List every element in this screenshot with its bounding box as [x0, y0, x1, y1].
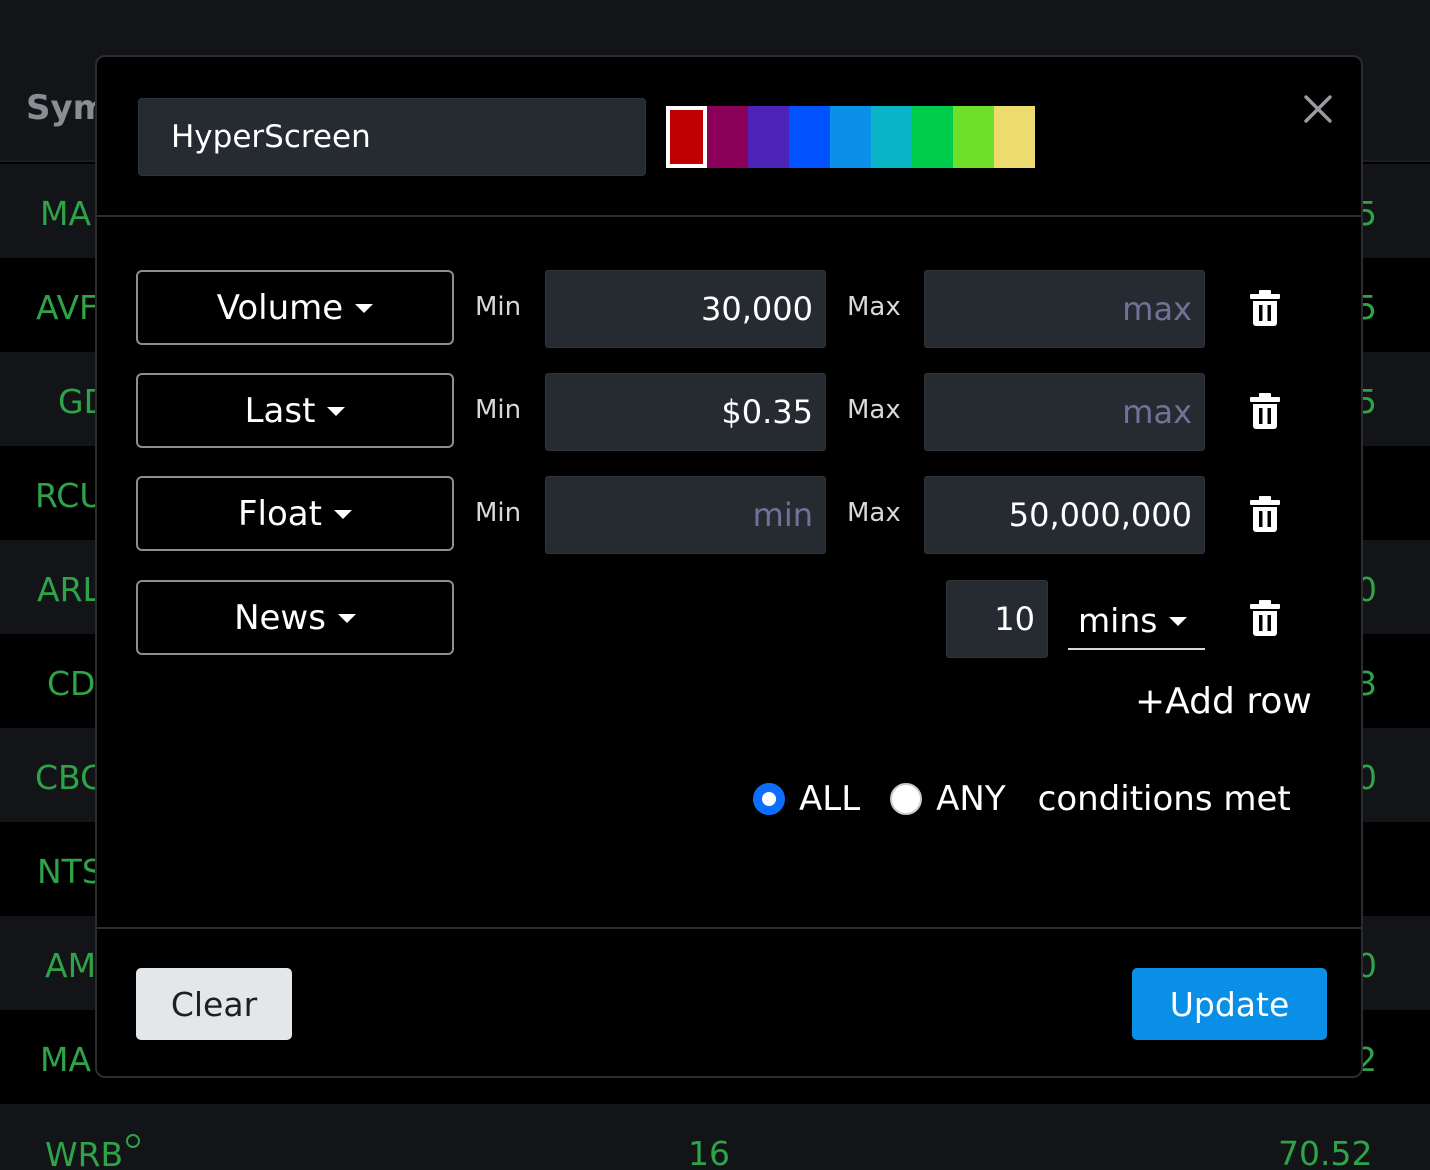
color-swatch[interactable] [912, 106, 953, 168]
caret-down-icon [327, 407, 346, 416]
symbol-cell: CBC [35, 758, 104, 797]
logic-suffix: conditions met [1037, 779, 1291, 819]
symbol-cell: WRB [45, 1134, 141, 1170]
field-dropdown[interactable]: Float [136, 476, 454, 551]
max-input[interactable] [924, 476, 1205, 554]
min-input[interactable] [545, 270, 826, 348]
field-dropdown[interactable]: News [136, 580, 454, 655]
symbol-cell: RCU [35, 476, 104, 515]
condition-logic: ALL ANY conditions met [753, 774, 1291, 824]
condition-row-float: Float Min Max [97, 476, 1361, 554]
symbol-cell: NTS [37, 852, 103, 891]
radio-all[interactable] [753, 783, 785, 815]
radio-any[interactable] [890, 783, 923, 815]
max-input[interactable] [924, 270, 1205, 348]
update-button[interactable]: Update [1132, 968, 1327, 1040]
price-cell: 70.52 [1278, 1134, 1373, 1170]
screen-editor-modal: Volume Min Max Last Min Max Float Min M [95, 55, 1363, 1078]
field-dropdown[interactable]: Volume [136, 270, 454, 345]
trash-icon[interactable] [1250, 393, 1280, 429]
min-input[interactable] [545, 373, 826, 451]
time-unit-dropdown[interactable]: mins [1068, 592, 1205, 650]
max-label: Max [847, 292, 901, 322]
color-swatches [666, 106, 1035, 168]
symbol-cell: ARL [37, 570, 101, 609]
color-swatch[interactable] [666, 106, 707, 168]
caret-down-icon [333, 510, 352, 519]
color-swatch[interactable] [871, 106, 912, 168]
news-minutes-input[interactable] [946, 580, 1048, 658]
news-ring-icon [126, 1134, 141, 1148]
field-dropdown[interactable]: Last [136, 373, 454, 448]
color-swatch[interactable] [748, 106, 789, 168]
min-input[interactable] [545, 476, 826, 554]
close-icon[interactable] [1300, 91, 1336, 127]
caret-down-icon [355, 304, 374, 313]
trash-icon[interactable] [1250, 600, 1280, 636]
radio-any-label: ANY [936, 779, 1006, 819]
caret-down-icon [337, 614, 356, 623]
symbol-cell: CD [47, 664, 96, 703]
color-swatch[interactable] [994, 106, 1035, 168]
min-label: Min [475, 498, 522, 528]
max-input[interactable] [924, 373, 1205, 451]
color-swatch[interactable] [707, 106, 748, 168]
radio-all-label: ALL [799, 779, 861, 819]
symbol-cell: MA [40, 1040, 92, 1079]
color-swatch[interactable] [953, 106, 994, 168]
condition-row-last: Last Min Max [97, 373, 1361, 451]
condition-row-volume: Volume Min Max [97, 270, 1361, 348]
plus-icon: + [1135, 681, 1166, 722]
table-row[interactable]: WRB 16 70.52 [0, 1104, 1430, 1170]
caret-down-icon [1169, 616, 1188, 626]
min-label: Min [475, 292, 522, 322]
min-label: Min [475, 395, 522, 425]
screen-name-input[interactable] [138, 98, 646, 176]
symbol-cell: AVF [36, 288, 99, 327]
value-cell: 16 [688, 1134, 730, 1170]
color-swatch[interactable] [830, 106, 871, 168]
trash-icon[interactable] [1250, 290, 1280, 326]
clear-button[interactable]: Clear [136, 968, 292, 1040]
symbol-cell: AM [45, 946, 97, 985]
color-swatch[interactable] [789, 106, 830, 168]
condition-row-news: News mins [97, 580, 1361, 658]
modal-footer: Clear Update [97, 927, 1361, 1078]
modal-header [97, 57, 1361, 217]
max-label: Max [847, 498, 901, 528]
symbol-cell: MA [40, 194, 92, 233]
trash-icon[interactable] [1250, 496, 1280, 532]
max-label: Max [847, 395, 901, 425]
add-row-button[interactable]: +Add row [1135, 681, 1312, 722]
